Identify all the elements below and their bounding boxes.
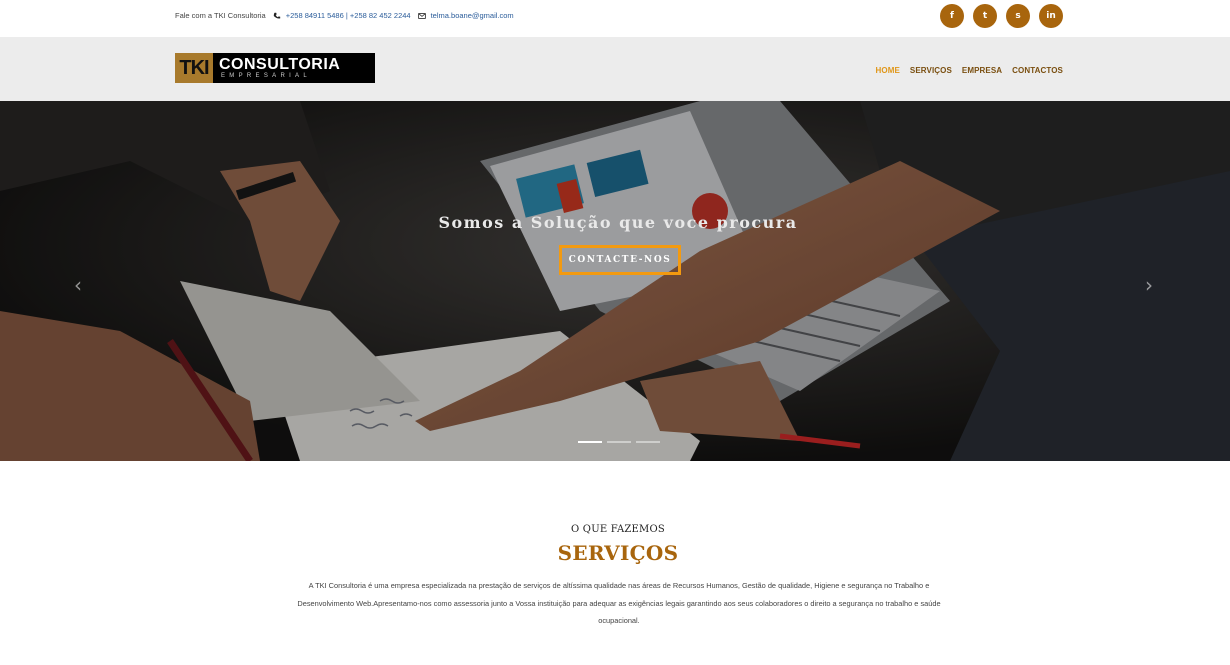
contact-info: Fale com a TKI Consultoria +258 84911 54… — [175, 11, 514, 20]
carousel-indicator[interactable] — [607, 441, 631, 443]
linkedin-icon[interactable]: in — [1039, 4, 1063, 28]
carousel-indicator[interactable] — [578, 441, 602, 443]
phone-icon — [273, 12, 280, 19]
top-contact-bar: Fale com a TKI Consultoria +258 84911 54… — [0, 0, 1230, 37]
nav-item-servicos[interactable]: SERVIÇOS — [910, 66, 952, 75]
carousel-next-icon[interactable]: › — [1145, 273, 1153, 297]
nav-item-empresa[interactable]: EMPRESA — [962, 66, 1002, 75]
carousel-indicators — [578, 441, 660, 443]
contacte-nos-button[interactable]: CONTACTE-NOS — [559, 245, 681, 275]
site-logo[interactable]: TKI CONSULTORIA EMPRESARIAL — [175, 53, 375, 83]
social-links: f t s in — [940, 4, 1063, 28]
phone-link[interactable]: +258 84911 5486 | +258 82 452 2244 — [286, 11, 411, 20]
carousel-prev-icon[interactable]: ‹ — [74, 273, 82, 297]
envelope-icon — [417, 12, 426, 19]
logo-tagline: EMPRESARIAL — [221, 72, 311, 79]
email-link[interactable]: telma.boane@gmail.com — [431, 11, 514, 20]
hero-headline: Somos a Solução que voce procura — [438, 213, 798, 232]
main-nav: HOME SERVIÇOS EMPRESA CONTACTOS — [876, 66, 1064, 75]
section-description: A TKI Consultoria é uma empresa especial… — [297, 581, 941, 625]
carousel-indicator[interactable] — [636, 441, 660, 443]
nav-item-home[interactable]: HOME — [876, 66, 900, 75]
services-section: O QUE FAZEMOS SERVIÇOS A TKI Consultoria… — [0, 461, 1230, 665]
section-eyebrow: O QUE FAZEMOS — [571, 524, 665, 535]
facebook-icon[interactable]: f — [940, 4, 964, 28]
logo-name: CONSULTORIA — [219, 55, 341, 73]
hero-background-image — [0, 101, 1230, 461]
twitter-icon[interactable]: t — [973, 4, 997, 28]
section-title: SERVIÇOS — [557, 541, 679, 565]
site-header: TKI CONSULTORIA EMPRESARIAL HOME SERVIÇO… — [0, 37, 1230, 101]
logo-mark: TKI — [175, 53, 213, 83]
contact-label: Fale com a TKI Consultoria — [175, 11, 266, 20]
nav-item-contactos[interactable]: CONTACTOS — [1012, 66, 1063, 75]
skype-icon[interactable]: s — [1006, 4, 1030, 28]
hero-carousel: Somos a Solução que voce procura CONTACT… — [0, 101, 1230, 461]
